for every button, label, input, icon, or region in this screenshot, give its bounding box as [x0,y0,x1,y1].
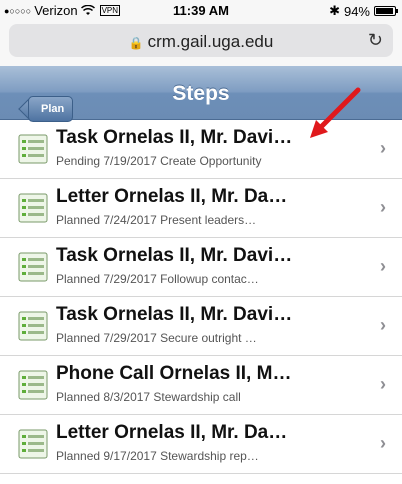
status-right: ✱ 94% [329,3,398,19]
battery-icon [374,6,398,16]
back-button-label[interactable]: Plan [28,96,74,122]
step-title: Phone Call Ornelas II, M… [56,363,292,384]
chevron-right-icon: › [380,256,386,276]
steps-list: Task Ornelas II, Mr. Davi… Pending 7/19/… [0,120,402,474]
lock-icon: 🔒 [128,36,144,50]
step-title: Task Ornelas II, Mr. Davi… [56,304,293,325]
step-subtitle: Planned 8/3/2017 Stewardship call [56,390,241,404]
list-item[interactable]: Phone Call Ornelas II, M… Planned 8/3/20… [0,356,402,415]
browser-url-bar: 🔒 crm.gail.uga.edu ↻ [0,22,402,66]
chevron-right-icon: › [380,138,386,158]
checklist-icon [18,193,48,223]
step-title: Task Ornelas II, Mr. Davi… [56,127,293,148]
status-bar: ●○○○○ Verizon VPN 11:39 AM ✱ 94% [0,0,402,22]
battery-percent: 94% [343,3,370,19]
step-subtitle: Planned 7/29/2017 Followup contac… [56,272,259,286]
step-subtitle: Pending 7/19/2017 Create Opportunity [56,154,262,168]
step-subtitle: Planned 7/24/2017 Present leaders… [56,213,257,227]
reload-icon[interactable]: ↻ [368,30,383,51]
checklist-icon [18,429,48,459]
checklist-icon [18,252,48,282]
step-subtitle: Planned 7/29/2017 Secure outright … [56,331,257,345]
chevron-right-icon: › [380,315,386,335]
checklist-icon [18,370,48,400]
step-title: Letter Ornelas II, Mr. Da… [56,422,288,443]
list-item[interactable]: Letter Ornelas II, Mr. Da… Planned 7/24/… [0,179,402,238]
chevron-right-icon: › [380,197,386,217]
checklist-icon [18,311,48,341]
address-field[interactable]: 🔒 crm.gail.uga.edu ↻ [9,24,393,57]
url-label: crm.gail.uga.edu [147,32,274,51]
list-item[interactable]: Task Ornelas II, Mr. Davi… Planned 7/29/… [0,238,402,297]
address-text[interactable]: 🔒 crm.gail.uga.edu [9,32,393,52]
bluetooth-icon: ✱ [329,3,340,18]
list-item[interactable]: Task Ornelas II, Mr. Davi… Planned 7/29/… [0,297,402,356]
step-subtitle: Planned 9/17/2017 Stewardship rep… [56,449,259,463]
step-title: Letter Ornelas II, Mr. Da… [56,186,288,207]
chevron-right-icon: › [380,374,386,394]
step-title: Task Ornelas II, Mr. Davi… [56,245,293,266]
chevron-right-icon: › [380,433,386,453]
annotation-arrow-icon [310,87,361,138]
list-item[interactable]: Letter Ornelas II, Mr. Da… Planned 9/17/… [0,415,402,474]
checklist-icon [18,134,48,164]
